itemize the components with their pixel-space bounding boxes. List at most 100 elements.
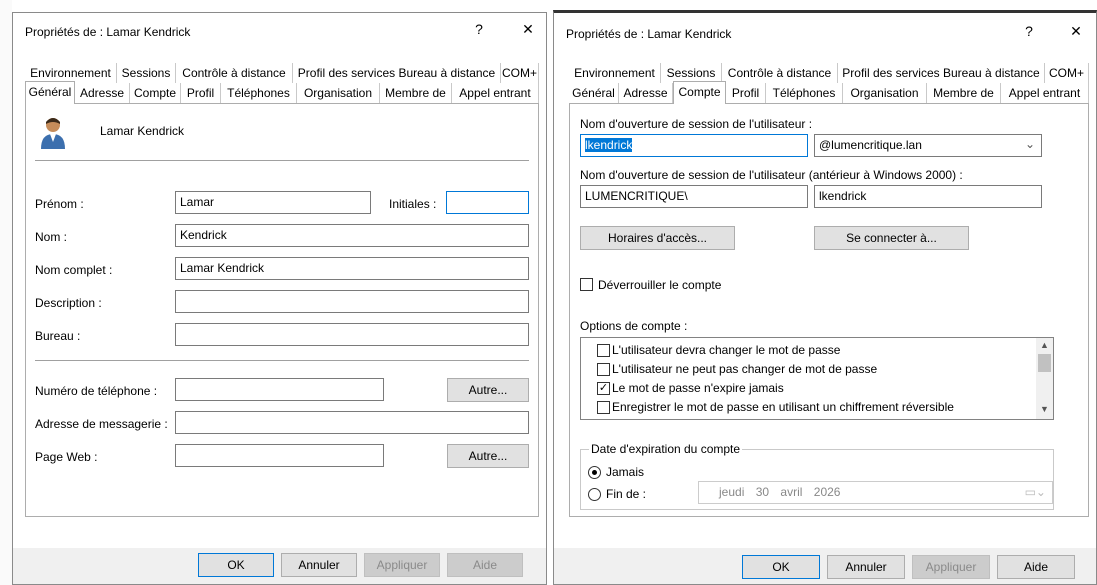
scroll-thumb[interactable] xyxy=(1038,354,1051,372)
tab-row-front: Général Adresse Compte Profil Téléphones… xyxy=(25,81,539,104)
description-label: Description : xyxy=(35,296,102,310)
tab-profil-services[interactable]: Profil des services Bureau à distance xyxy=(838,63,1045,83)
expiration-label: Date d'expiration du compte xyxy=(589,442,743,456)
nom-label: Nom : xyxy=(35,230,68,244)
tab-controle-distance[interactable]: Contrôle à distance xyxy=(722,63,838,83)
tab-adresse[interactable]: Adresse xyxy=(619,83,673,103)
option-label: Le mot de passe n'expire jamais xyxy=(612,381,784,395)
ok-button[interactable]: OK xyxy=(198,553,274,577)
option-label: Enregistrer le mot de passe en utilisant… xyxy=(612,400,954,414)
aide-button[interactable]: Aide xyxy=(447,553,523,577)
horaires-acces-button[interactable]: Horaires d'accès... xyxy=(580,226,735,250)
close-button[interactable]: ✕ xyxy=(1066,23,1086,43)
properties-dialog-general: Propriétés de : Lamar Kendrick ? ✕ Envir… xyxy=(12,12,547,585)
nom-complet-label: Nom complet : xyxy=(35,263,113,277)
tab-membre-de[interactable]: Membre de xyxy=(380,83,452,103)
jamais-radio[interactable] xyxy=(588,466,601,479)
telephone-label: Numéro de téléphone : xyxy=(35,384,158,398)
scroll-down-icon[interactable]: ▼ xyxy=(1040,404,1049,414)
nom-complet-field[interactable]: Lamar Kendrick xyxy=(175,257,529,280)
tab-environnement[interactable]: Environnement xyxy=(569,63,661,83)
annuler-button[interactable]: Annuler xyxy=(281,553,357,577)
nom-field[interactable]: Kendrick xyxy=(175,224,529,247)
title-bar: Propriétés de : Lamar Kendrick ? ✕ xyxy=(13,13,546,51)
help-button[interactable]: ? xyxy=(1019,23,1039,43)
tab-general[interactable]: Général xyxy=(25,81,75,104)
netbios-domain-field: LUMENCRITIQUE\ xyxy=(580,185,808,208)
tab-telephones[interactable]: Téléphones xyxy=(766,83,843,103)
tab-membre-de[interactable]: Membre de xyxy=(927,83,1001,103)
appliquer-button[interactable]: Appliquer xyxy=(364,553,440,577)
aide-button[interactable]: Aide xyxy=(997,555,1075,579)
logon-name-field[interactable]: lkendrick xyxy=(580,134,808,157)
tab-adresse[interactable]: Adresse xyxy=(75,83,130,103)
option-label: L'utilisateur ne peut pas changer de mot… xyxy=(612,362,878,376)
description-field[interactable] xyxy=(175,290,529,313)
general-panel: Lamar Kendrick Prénom : Lamar Initiales … xyxy=(25,103,539,517)
scrollbar[interactable]: ▲ ▼ xyxy=(1036,338,1053,419)
tab-general[interactable]: Général xyxy=(569,83,619,103)
option-checkbox[interactable]: ✓ xyxy=(597,382,610,395)
scroll-up-icon[interactable]: ▲ xyxy=(1040,340,1049,350)
prenom-label: Prénom : xyxy=(35,197,84,211)
ok-button[interactable]: OK xyxy=(742,555,820,579)
option-checkbox[interactable] xyxy=(597,401,610,414)
se-connecter-button[interactable]: Se connecter à... xyxy=(814,226,969,250)
tab-row-back: Environnement Sessions Contrôle à distan… xyxy=(25,63,539,83)
separator xyxy=(35,160,529,161)
option-label: L'utilisateur devra changer le mot de pa… xyxy=(612,343,841,357)
tab-sessions[interactable]: Sessions xyxy=(661,63,722,83)
tab-organisation[interactable]: Organisation xyxy=(843,83,927,103)
telephone-field[interactable] xyxy=(175,378,384,401)
tab-com[interactable]: COM+ xyxy=(501,63,539,83)
bureau-field[interactable] xyxy=(175,323,529,346)
messagerie-label: Adresse de messagerie : xyxy=(35,417,168,431)
annuler-button[interactable]: Annuler xyxy=(827,555,905,579)
logon-pre2000-label: Nom d'ouverture de session de l'utilisat… xyxy=(580,168,963,182)
deverrouiller-checkbox[interactable] xyxy=(580,278,593,291)
tab-compte[interactable]: Compte xyxy=(130,83,181,103)
logon-name-value: lkendrick xyxy=(585,138,633,152)
initiales-field[interactable] xyxy=(446,191,529,214)
web-field[interactable] xyxy=(175,444,384,467)
tab-organisation[interactable]: Organisation xyxy=(297,83,380,103)
calendar-icon[interactable]: ▭⌄ xyxy=(1025,485,1046,499)
tab-profil[interactable]: Profil xyxy=(726,83,766,103)
expiration-date-picker[interactable]: jeudi 30 avril 2026 ▭⌄ xyxy=(698,481,1053,504)
telephone-autre-button[interactable]: Autre... xyxy=(447,378,529,402)
logon-pre2000-field[interactable]: lkendrick xyxy=(814,185,1042,208)
messagerie-field[interactable] xyxy=(175,411,529,434)
tab-controle-distance[interactable]: Contrôle à distance xyxy=(176,63,293,83)
tab-com[interactable]: COM+ xyxy=(1045,63,1089,83)
deverrouiller-label: Déverrouiller le compte xyxy=(598,278,722,292)
close-button[interactable]: ✕ xyxy=(518,21,538,41)
appliquer-button[interactable]: Appliquer xyxy=(912,555,990,579)
tab-profil-services[interactable]: Profil des services Bureau à distance xyxy=(293,63,501,83)
tab-sessions[interactable]: Sessions xyxy=(117,63,176,83)
domain-select[interactable]: @lumencritique.lan ⌄ xyxy=(814,134,1042,157)
option-checkbox[interactable] xyxy=(597,344,610,357)
user-icon xyxy=(41,118,65,149)
fin-de-radio[interactable] xyxy=(588,488,601,501)
bureau-label: Bureau : xyxy=(35,329,81,343)
expiration-groupbox: Date d'expiration du compte Jamais Fin d… xyxy=(580,442,1054,510)
date-day: 30 xyxy=(755,485,770,499)
option-checkbox[interactable] xyxy=(597,363,610,376)
tab-telephones[interactable]: Téléphones xyxy=(221,83,297,103)
tab-environnement[interactable]: Environnement xyxy=(25,63,117,83)
tab-appel-entrant[interactable]: Appel entrant xyxy=(452,83,539,103)
date-day-name: jeudi xyxy=(719,485,745,499)
tab-appel-entrant[interactable]: Appel entrant xyxy=(1001,83,1089,103)
jamais-label: Jamais xyxy=(606,465,645,479)
user-display-name: Lamar Kendrick xyxy=(100,124,185,138)
separator xyxy=(35,360,529,361)
title-bar: Propriétés de : Lamar Kendrick ? ✕ xyxy=(554,13,1096,51)
tab-compte[interactable]: Compte xyxy=(673,81,726,104)
web-autre-button[interactable]: Autre... xyxy=(447,444,529,468)
tab-profil[interactable]: Profil xyxy=(181,83,221,103)
help-button[interactable]: ? xyxy=(469,21,489,41)
prenom-field[interactable]: Lamar xyxy=(175,191,371,214)
dialog-title: Propriétés de : Lamar Kendrick xyxy=(25,25,191,39)
options-compte-label: Options de compte : xyxy=(580,319,688,333)
date-month: avril xyxy=(780,485,803,499)
